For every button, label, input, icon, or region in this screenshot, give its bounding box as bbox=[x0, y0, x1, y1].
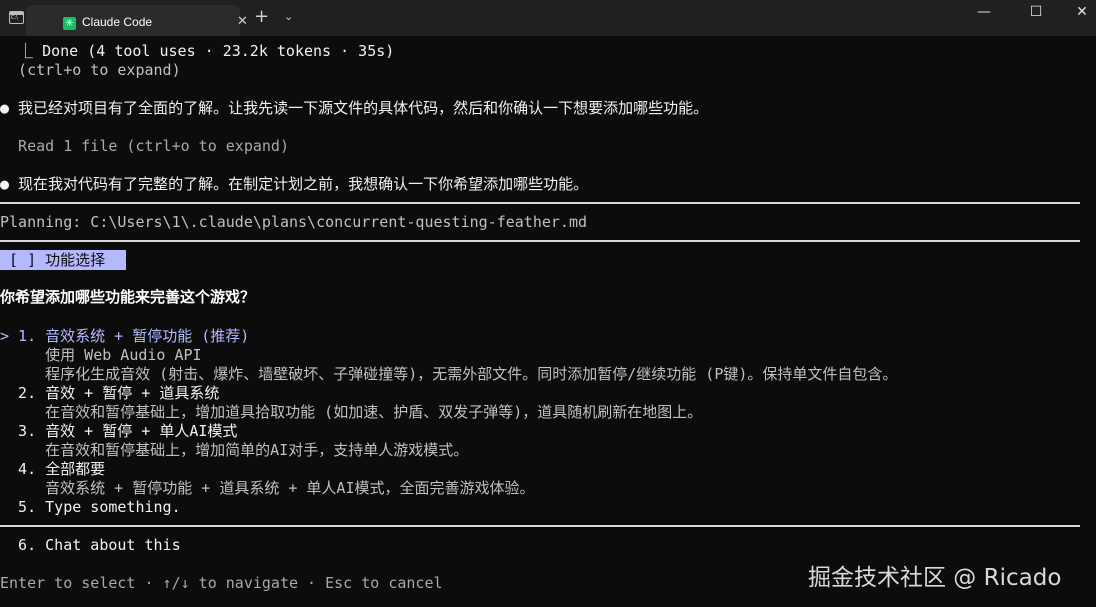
option-3[interactable]: 3. 音效 + 暂停 + 单人AI模式 bbox=[0, 422, 237, 441]
question-text: 你希望添加哪些功能来完善这个游戏？ bbox=[0, 288, 256, 306]
title-bar: ✳ Claude Code ✕ + ⌄ — ☐ ✕ bbox=[0, 0, 1096, 36]
divider bbox=[0, 525, 1080, 527]
option-description: 在音效和暂停基础上，增加简单的AI对手，支持单人游戏模式。 bbox=[0, 441, 469, 459]
assistant-message: ● 现在我对代码有了完整的了解。在制定计划之前，我想确认一下你希望添加哪些功能。 bbox=[0, 175, 589, 193]
tab-close-icon[interactable]: ✕ bbox=[237, 14, 248, 29]
option-6[interactable]: 6. Chat about this bbox=[0, 536, 181, 555]
maximize-button[interactable]: ☐ bbox=[1021, 4, 1051, 20]
tab-claude-code[interactable]: ✳ Claude Code ✕ bbox=[26, 5, 248, 36]
option-2[interactable]: 2. 音效 + 暂停 + 道具系统 bbox=[0, 384, 219, 403]
assistant-message: ● 我已经对项目有了全面的了解。让我先读一下源文件的具体代码，然后和你确认一下想… bbox=[0, 99, 709, 117]
close-button[interactable]: ✕ bbox=[1067, 4, 1096, 20]
terminal-icon[interactable] bbox=[9, 11, 24, 24]
watermark: 掘金技术社区 @ Ricado bbox=[808, 565, 1062, 591]
tab-title: Claude Code bbox=[82, 15, 153, 29]
option-description: 程序化生成音效 (射击、爆炸、墙壁破坏、子弹碰撞等)，无需外部文件。同时添加暂停… bbox=[0, 365, 898, 383]
option-4[interactable]: 4. 全部都要 bbox=[0, 460, 105, 479]
minimize-button[interactable]: — bbox=[969, 4, 999, 20]
tool-done-line: ⎿ Done (4 tool uses · 23.2k tokens · 35s… bbox=[0, 42, 395, 60]
claude-icon: ✳ bbox=[63, 17, 76, 30]
option-1[interactable]: > 1. 音效系统 + 暂停功能 (推荐) bbox=[0, 327, 249, 346]
divider bbox=[0, 240, 1080, 242]
terminal-area[interactable]: ⎿ Done (4 tool uses · 23.2k tokens · 35s… bbox=[0, 36, 1096, 607]
option-5[interactable]: 5. Type something. bbox=[0, 498, 181, 517]
option-description: 在音效和暂停基础上，增加道具拾取功能 (如加速、护盾、双发子弹等)，道具随机刷新… bbox=[0, 403, 703, 421]
new-tab-button[interactable]: + bbox=[254, 6, 269, 27]
option-description: 音效系统 + 暂停功能 + 道具系统 + 单人AI模式，全面完善游戏体验。 bbox=[0, 479, 535, 497]
divider bbox=[0, 202, 1080, 204]
chevron-down-icon[interactable]: ⌄ bbox=[284, 10, 293, 23]
footer-hint: Enter to select · ↑/↓ to navigate · Esc … bbox=[0, 574, 443, 592]
option-description: 使用 Web Audio API bbox=[0, 346, 202, 364]
question-header-badge: [ ] 功能选择 bbox=[0, 250, 126, 270]
expand-hint: (ctrl+o to expand) bbox=[0, 61, 181, 79]
planning-path: Planning: C:\Users\1\.claude\plans\concu… bbox=[0, 213, 587, 231]
read-file-line: Read 1 file (ctrl+o to expand) bbox=[0, 137, 289, 155]
